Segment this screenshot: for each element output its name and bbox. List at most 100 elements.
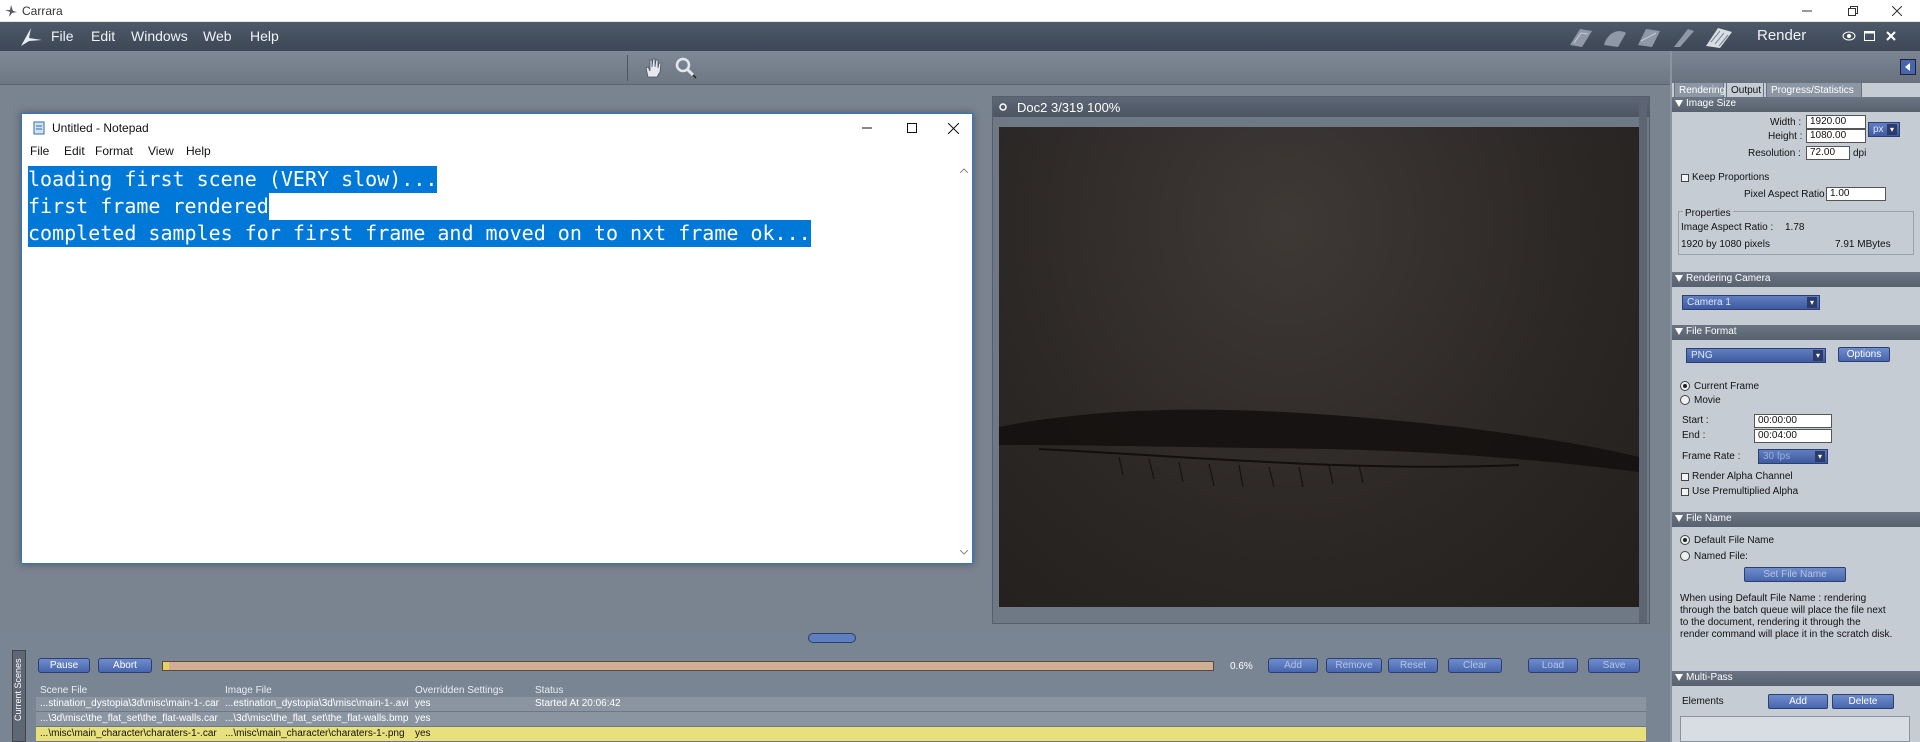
notepad-menu-view[interactable]: View [148, 144, 174, 158]
render-progress-bar [162, 661, 1214, 671]
current-scenes-tab[interactable]: Current Scenes [12, 650, 26, 742]
width-field[interactable]: 1920.00 [1806, 115, 1866, 129]
document-title: Doc2 3/319 100% [1017, 100, 1121, 115]
scene-file-cell: ...\3d\misc\the_flat_set\the_flat-walls.… [40, 713, 218, 724]
note-line: render command will place it in the scra… [1680, 629, 1893, 640]
end-time-field[interactable]: 00:04:00 [1754, 429, 1832, 443]
keep-proportions-checkbox[interactable] [1681, 174, 1689, 182]
current-frame-radio[interactable] [1680, 381, 1690, 391]
restore-button[interactable] [1830, 0, 1876, 22]
window-bullet-icon[interactable] [999, 103, 1007, 111]
keep-proportions-label: Keep Proportions [1692, 172, 1770, 183]
assemble-room-icon[interactable] [1566, 25, 1596, 49]
named-file-radio[interactable] [1680, 551, 1690, 561]
start-time-field[interactable]: 00:00:00 [1754, 414, 1832, 428]
scroll-down-icon[interactable] [960, 550, 968, 555]
col-image-file[interactable]: Image File [225, 685, 272, 696]
aspect-ratio-label: Image Aspect Ratio : [1681, 222, 1774, 233]
notepad-close-button[interactable] [934, 114, 972, 142]
section-file-name[interactable]: File Name [1672, 512, 1920, 527]
arrow-left-icon [1905, 63, 1910, 71]
pixel-aspect-label: Pixel Aspect Ratio : [1744, 189, 1831, 200]
height-field[interactable]: 1080.00 [1806, 129, 1866, 143]
col-status[interactable]: Status [535, 685, 563, 696]
scroll-up-icon[interactable] [960, 168, 968, 173]
frame-rate-select[interactable]: 30 fps ▾ [1758, 449, 1828, 464]
menu-file[interactable]: File [51, 28, 74, 44]
pause-button[interactable]: Pause [38, 658, 90, 673]
model-room-icon[interactable] [1600, 25, 1630, 49]
render-room-icon[interactable] [1702, 24, 1736, 50]
queue-save-button[interactable]: Save [1588, 658, 1640, 673]
notepad-text-area[interactable]: loading first scene (VERY slow)... first… [22, 162, 972, 563]
tab-rendering[interactable]: Rendering [1674, 82, 1725, 98]
file-name-note: When using Default File Name : rendering… [1680, 593, 1892, 641]
notepad-menu-edit[interactable]: Edit [64, 144, 85, 158]
notepad-line: first frame rendered [28, 193, 269, 220]
table-row[interactable]: ...stination_dystopia\3d\misc\main-1-.ca… [36, 697, 1646, 712]
status-cell: Started At 20:06:42 [535, 698, 621, 709]
collapse-triangle-icon[interactable] [1675, 328, 1683, 335]
texture-room-icon[interactable] [1668, 25, 1698, 49]
pixel-aspect-field[interactable]: 1.00 [1826, 187, 1886, 201]
multipass-elements-list[interactable] [1680, 716, 1910, 742]
queue-clear-button[interactable]: Clear [1448, 658, 1502, 673]
panel-pin-button[interactable] [1900, 59, 1916, 75]
collapse-triangle-icon[interactable] [1675, 100, 1683, 107]
document-scrollbar[interactable] [1639, 97, 1647, 623]
section-image-size[interactable]: Image Size [1672, 97, 1920, 112]
close-panel-icon[interactable] [1886, 31, 1896, 41]
splitter-handle[interactable] [808, 633, 856, 643]
close-button[interactable] [1874, 0, 1920, 22]
camera-select[interactable]: Camera 1 ▾ [1682, 295, 1820, 310]
queue-load-button[interactable]: Load [1528, 658, 1578, 673]
movie-radio[interactable] [1680, 395, 1690, 405]
multipass-delete-button[interactable]: Delete [1832, 694, 1894, 709]
storyboard-room-icon[interactable] [1634, 25, 1664, 49]
notepad-minimize-button[interactable] [847, 114, 887, 142]
col-overridden-settings[interactable]: Overridden Settings [415, 685, 503, 696]
menu-web[interactable]: Web [203, 28, 232, 44]
menu-help[interactable]: Help [250, 28, 279, 44]
notepad-menu-help[interactable]: Help [186, 144, 211, 158]
toolbar-divider [627, 55, 628, 81]
minimize-button[interactable] [1784, 0, 1830, 22]
default-file-name-radio[interactable] [1680, 535, 1690, 545]
document-window: Doc2 3/319 100% [992, 96, 1650, 624]
collapse-triangle-icon[interactable] [1675, 515, 1683, 522]
table-row[interactable]: ...\misc\main_character\charaters-1-.car… [36, 727, 1646, 742]
render-alpha-checkbox[interactable] [1681, 473, 1689, 481]
collapse-triangle-icon[interactable] [1675, 674, 1683, 681]
notepad-menu-format[interactable]: Format [95, 144, 133, 158]
eye-icon[interactable] [1842, 31, 1856, 41]
aspect-ratio-value: 1.78 [1785, 222, 1805, 233]
zoom-magnifier-icon[interactable] [674, 56, 698, 80]
notepad-menu-file[interactable]: File [30, 144, 49, 158]
tab-output[interactable]: Output [1726, 82, 1764, 98]
menu-edit[interactable]: Edit [91, 28, 115, 44]
pan-hand-icon[interactable] [643, 57, 663, 79]
queue-add-button[interactable]: Add [1268, 658, 1318, 673]
section-file-format[interactable]: File Format [1672, 325, 1920, 340]
options-button[interactable]: Options [1838, 347, 1890, 362]
notepad-maximize-button[interactable] [892, 114, 932, 142]
premultiplied-alpha-checkbox[interactable] [1681, 488, 1689, 496]
tab-progress-statistics[interactable]: Progress/Statistics [1766, 82, 1862, 98]
abort-button[interactable]: Abort [98, 658, 152, 673]
format-select[interactable]: PNG ▾ [1686, 348, 1826, 363]
queue-remove-button[interactable]: Remove [1326, 658, 1382, 673]
resolution-field[interactable]: 72.00 [1806, 146, 1850, 160]
queue-reset-button[interactable]: Reset [1388, 658, 1438, 673]
section-rendering-camera[interactable]: Rendering Camera [1672, 272, 1920, 287]
multipass-add-button[interactable]: Add [1768, 694, 1828, 709]
section-multi-pass[interactable]: Multi-Pass [1672, 671, 1920, 686]
scene-file-cell: ...stination_dystopia\3d\misc\main-1-.ca… [40, 698, 219, 709]
menu-windows[interactable]: Windows [131, 28, 188, 44]
collapse-triangle-icon[interactable] [1675, 275, 1683, 282]
table-row[interactable]: ...\3d\misc\the_flat_set\the_flat-walls.… [36, 712, 1646, 727]
maximize-panel-icon[interactable] [1864, 31, 1875, 41]
notepad-scrollbar[interactable] [956, 162, 972, 563]
col-scene-file[interactable]: Scene File [40, 685, 87, 696]
unit-select[interactable]: px ▾ [1868, 122, 1900, 137]
set-file-name-button[interactable]: Set File Name [1744, 567, 1846, 582]
